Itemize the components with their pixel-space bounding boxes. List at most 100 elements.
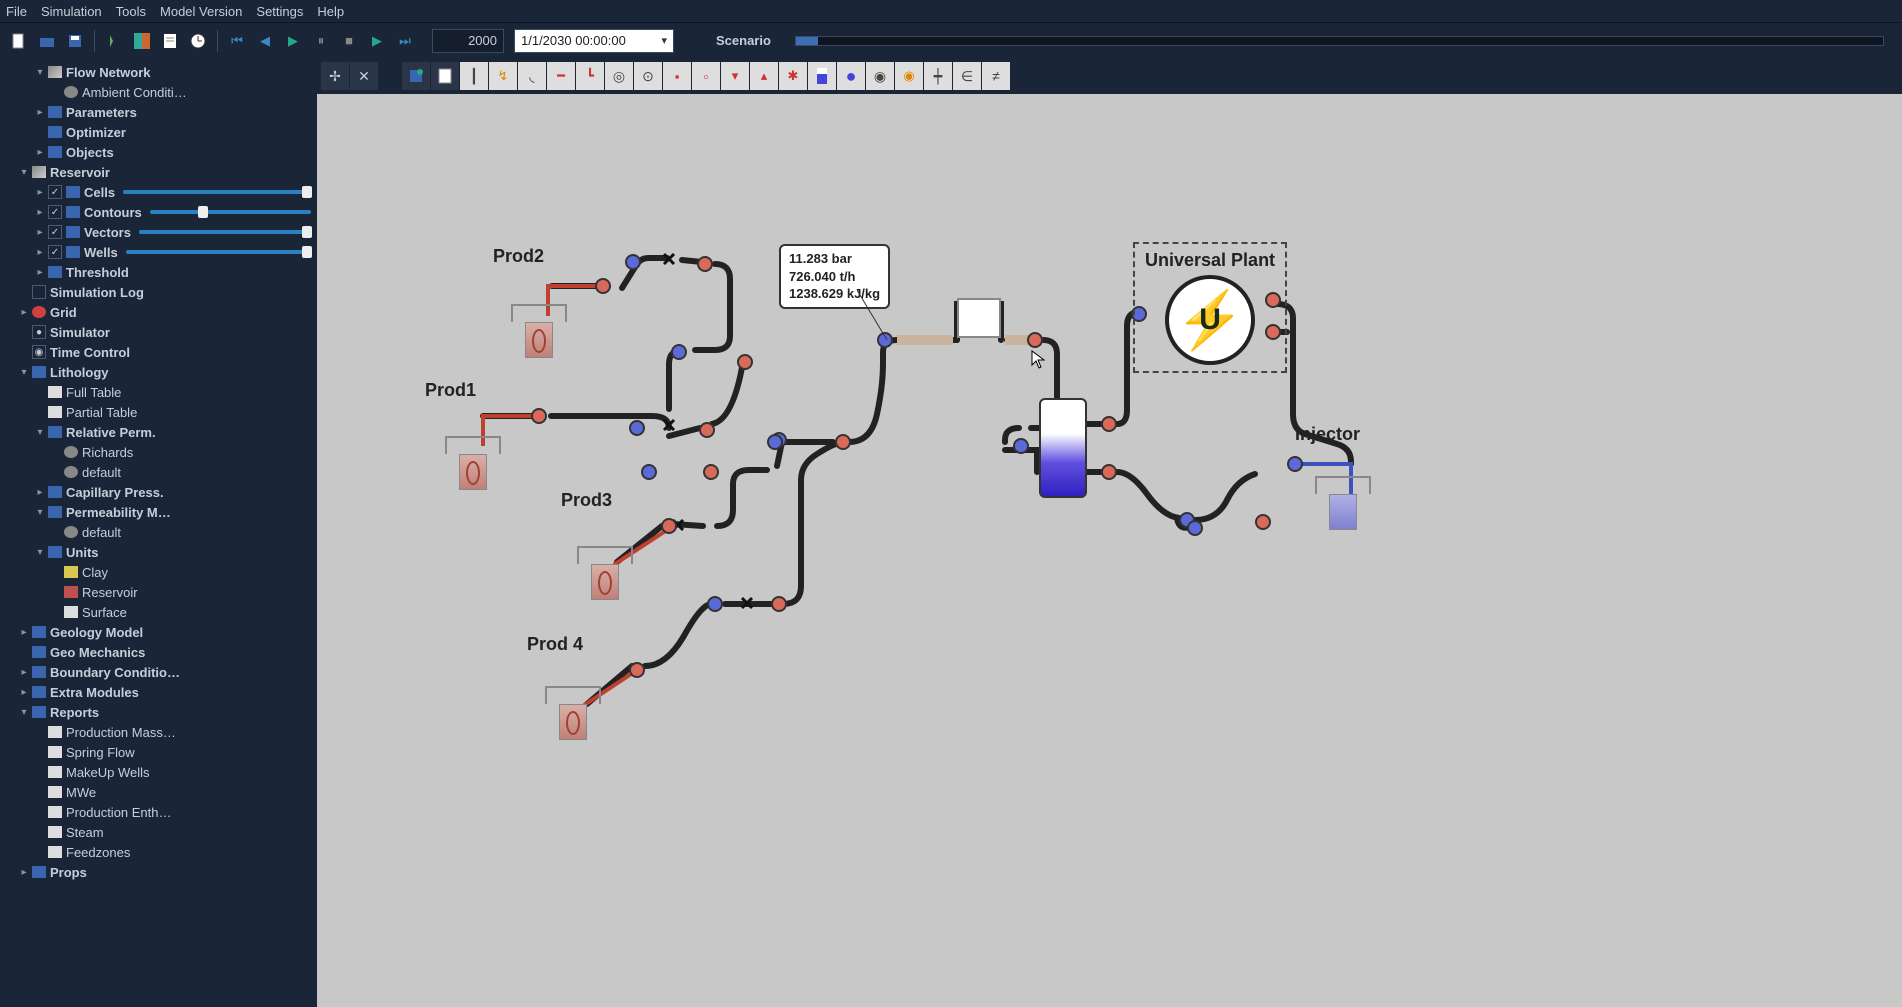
tool-05-icon[interactable]: ┗: [576, 62, 604, 90]
tree-row[interactable]: ▸Parameters: [0, 102, 317, 122]
tool-09-icon[interactable]: ▫: [692, 62, 720, 90]
well-injector[interactable]: [1315, 476, 1371, 530]
tree-row[interactable]: ▸Objects: [0, 142, 317, 162]
tool-03-icon[interactable]: ◟: [518, 62, 546, 90]
run-icon[interactable]: [101, 28, 127, 54]
tool-13-icon[interactable]: [808, 62, 836, 90]
opacity-slider[interactable]: [150, 210, 311, 214]
tool-08-icon[interactable]: ▪: [663, 62, 691, 90]
tree-row[interactable]: Clay: [0, 562, 317, 582]
tree-row[interactable]: Simulation Log: [0, 282, 317, 302]
progress-bar[interactable]: [795, 36, 1884, 46]
menu-model-version[interactable]: Model Version: [160, 4, 242, 19]
expand-icon[interactable]: ▸: [34, 207, 46, 218]
tool-04-icon[interactable]: ━: [547, 62, 575, 90]
tree-row[interactable]: ▾Lithology: [0, 362, 317, 382]
tree-row[interactable]: default: [0, 522, 317, 542]
expand-icon[interactable]: ▸: [18, 627, 30, 638]
checkbox[interactable]: ✓: [48, 245, 62, 259]
tool-10-icon[interactable]: ▾: [721, 62, 749, 90]
tree-row[interactable]: Ambient Conditi…: [0, 82, 317, 102]
opacity-slider[interactable]: [126, 250, 311, 254]
tool-19-icon[interactable]: ≠: [982, 62, 1010, 90]
expand-icon[interactable]: ▸: [18, 307, 30, 318]
tree-row[interactable]: MakeUp Wells: [0, 762, 317, 782]
tree-row[interactable]: ▸Capillary Press.: [0, 482, 317, 502]
tool-12-icon[interactable]: ✱: [779, 62, 807, 90]
tree-row[interactable]: ▸Props: [0, 862, 317, 882]
tree-row[interactable]: Optimizer: [0, 122, 317, 142]
pause-icon[interactable]: ⏸: [308, 28, 334, 54]
well-prod4[interactable]: [545, 686, 601, 740]
report-icon[interactable]: [157, 28, 183, 54]
tree-row[interactable]: ▸✓Vectors: [0, 222, 317, 242]
expand-icon[interactable]: ▾: [34, 67, 46, 78]
tree-row[interactable]: ▸Boundary Conditio…: [0, 662, 317, 682]
new-file-icon[interactable]: [6, 28, 32, 54]
heat-exchanger[interactable]: [957, 298, 1001, 338]
menu-file[interactable]: File: [6, 4, 27, 19]
step-forward-icon[interactable]: ▶: [364, 28, 390, 54]
expand-icon[interactable]: ▸: [34, 247, 46, 258]
universal-plant[interactable]: Universal Plant ⚡ U: [1133, 242, 1287, 373]
tree-row[interactable]: Spring Flow: [0, 742, 317, 762]
expand-icon[interactable]: ▸: [18, 867, 30, 878]
tree-row[interactable]: ▸✓Contours: [0, 202, 317, 222]
tool-17-icon[interactable]: ┿: [924, 62, 952, 90]
opacity-slider[interactable]: [123, 190, 311, 194]
rewind-icon[interactable]: ⏮: [224, 28, 250, 54]
tool-15-icon[interactable]: ◉: [866, 62, 894, 90]
well-prod1[interactable]: [445, 436, 501, 490]
palette-icon[interactable]: [129, 28, 155, 54]
fast-forward-icon[interactable]: ⏭: [392, 28, 418, 54]
tree-row[interactable]: ▾Reports: [0, 702, 317, 722]
crosshair-icon[interactable]: ✢: [321, 62, 349, 90]
tree-row[interactable]: ◉Time Control: [0, 342, 317, 362]
tree-row[interactable]: Feedzones: [0, 842, 317, 862]
expand-icon[interactable]: ▸: [18, 667, 30, 678]
tree-row[interactable]: ▸Geology Model: [0, 622, 317, 642]
tree-row[interactable]: Surface: [0, 602, 317, 622]
tree-row[interactable]: Steam: [0, 822, 317, 842]
diagram-canvas[interactable]: Prod2 Prod1 Prod3 Prod 4 Injector 11.283…: [317, 94, 1902, 1007]
tool-18-icon[interactable]: ∈: [953, 62, 981, 90]
checkbox[interactable]: ●: [32, 325, 46, 339]
tree-row[interactable]: ●Simulator: [0, 322, 317, 342]
tool-01-icon[interactable]: ┃: [460, 62, 488, 90]
checkbox[interactable]: ✓: [48, 205, 62, 219]
clock-icon[interactable]: [185, 28, 211, 54]
tool-11-icon[interactable]: ▴: [750, 62, 778, 90]
checkbox[interactable]: ✓: [48, 225, 62, 239]
blank-page-icon[interactable]: [431, 62, 459, 90]
tree-row[interactable]: Geo Mechanics: [0, 642, 317, 662]
expand-icon[interactable]: ▾: [34, 507, 46, 518]
expand-icon[interactable]: ▾: [18, 707, 30, 718]
expand-icon[interactable]: ▾: [18, 167, 30, 178]
tree-row[interactable]: ▾Flow Network: [0, 62, 317, 82]
expand-icon[interactable]: ▾: [34, 427, 46, 438]
tree-row[interactable]: ▸✓Wells: [0, 242, 317, 262]
tree-row[interactable]: ▸Extra Modules: [0, 682, 317, 702]
date-select[interactable]: 1/1/2030 00:00:00 ▾: [514, 29, 674, 53]
tree-row[interactable]: default: [0, 462, 317, 482]
menu-help[interactable]: Help: [317, 4, 344, 19]
tool-07-icon[interactable]: ⊙: [634, 62, 662, 90]
expand-icon[interactable]: ▸: [34, 227, 46, 238]
checkbox[interactable]: ◉: [32, 345, 46, 359]
save-net-icon[interactable]: [402, 62, 430, 90]
opacity-slider[interactable]: [139, 230, 311, 234]
expand-icon[interactable]: ▾: [18, 367, 30, 378]
menu-settings[interactable]: Settings: [256, 4, 303, 19]
separator-tank[interactable]: [1039, 398, 1087, 498]
tool-06-icon[interactable]: ◎: [605, 62, 633, 90]
tree-row[interactable]: ▸✓Cells: [0, 182, 317, 202]
tool-16-icon[interactable]: ◉: [895, 62, 923, 90]
expand-icon[interactable]: ▸: [34, 107, 46, 118]
menu-simulation[interactable]: Simulation: [41, 4, 102, 19]
step-back-icon[interactable]: ◀: [252, 28, 278, 54]
tree-row[interactable]: Full Table: [0, 382, 317, 402]
expand-icon[interactable]: ▸: [34, 487, 46, 498]
stop-icon[interactable]: ■: [336, 28, 362, 54]
expand-icon[interactable]: ▸: [34, 147, 46, 158]
expand-icon[interactable]: ▸: [34, 187, 46, 198]
